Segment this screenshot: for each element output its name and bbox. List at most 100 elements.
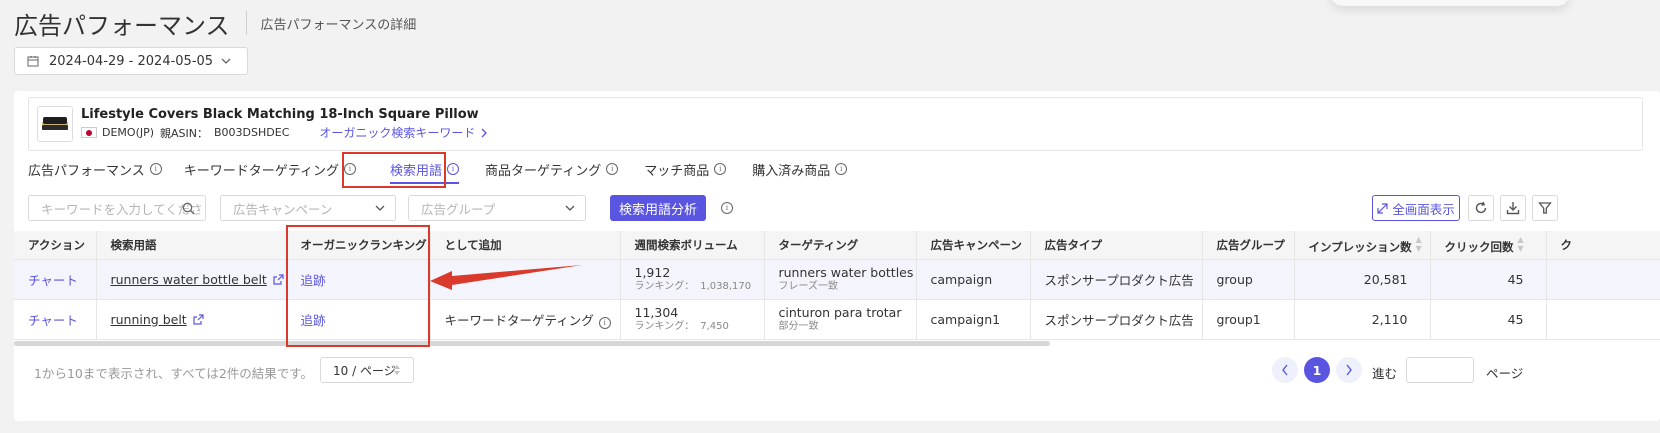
title-divider — [245, 11, 247, 35]
column-header: 広告タイプ — [1030, 231, 1203, 260]
column-header-sortable[interactable]: クリック回数▲ ▼ — [1430, 231, 1547, 260]
ad-type-cell: スポンサープロダクト広告 — [1030, 299, 1203, 340]
tab-keyword-targeting[interactable]: キーワードターゲティング i — [184, 160, 356, 179]
goto-page-input[interactable] — [1406, 357, 1474, 383]
tab-label: キーワードターゲティング — [183, 163, 339, 179]
tab-purchased-products[interactable]: 購入済み商品 i — [752, 160, 848, 179]
next-page-button[interactable] — [1336, 357, 1362, 383]
column-header: ク — [1546, 231, 1660, 260]
search-term-link[interactable]: runners water bottle belt — [111, 272, 284, 287]
chevron-right-icon — [481, 128, 488, 137]
search-icon — [182, 202, 195, 215]
clicks-cell: 45 — [1430, 299, 1547, 340]
goto-label: 進む — [1372, 366, 1398, 381]
impressions-cell: 20,581 — [1294, 259, 1431, 300]
table-cell — [1546, 259, 1660, 300]
match-type: フレーズ一致 — [778, 281, 839, 292]
campaign-select[interactable]: 広告キャンペーン — [220, 195, 396, 221]
tab-product-targeting[interactable]: 商品ターゲティング i — [485, 160, 619, 179]
ad-group-cell: group1 — [1202, 299, 1295, 340]
page-size-select[interactable]: 10 / ページ — [320, 357, 414, 383]
tab-matched-products[interactable]: マッチ商品 i — [644, 160, 727, 179]
keyword-search-input[interactable]: キーワードを入力してくださ — [28, 195, 206, 221]
info-icon: i — [447, 163, 459, 175]
column-header: 週間検索ボリューム — [620, 231, 765, 260]
page-title: 広告パフォーマンス — [14, 11, 230, 40]
search-term-link[interactable]: running belt — [111, 312, 204, 327]
column-header-label: クリック回数 — [1444, 239, 1514, 254]
weekly-volume: 1,912 — [634, 265, 671, 280]
clicks-cell: 45 — [1430, 259, 1547, 300]
page-number-current[interactable]: 1 — [1304, 357, 1330, 383]
ranking-value: 7,450 — [700, 321, 729, 332]
tab-label: 商品ターゲティング — [485, 163, 602, 179]
pillow-image — [42, 117, 68, 130]
info-icon: i — [835, 163, 848, 175]
table-header-row: アクション 検索用語 オーガニックランキング として追加 週間検索ボリューム タ… — [14, 231, 1660, 260]
product-image — [37, 106, 73, 142]
info-icon: i — [714, 163, 727, 175]
info-icon: i — [721, 202, 733, 214]
japan-flag-icon — [81, 127, 97, 138]
calendar-icon — [27, 56, 39, 67]
info-icon: i — [149, 163, 162, 175]
chevron-down-icon — [221, 58, 231, 64]
ranking-label: ランキング： — [634, 321, 695, 332]
top-panel-shadow — [1330, 0, 1570, 6]
download-icon — [1506, 202, 1520, 215]
product-info: Lifestyle Covers Black Matching 18-Inch … — [28, 97, 1643, 151]
search-term-text: running belt — [110, 311, 187, 327]
campaign-cell: campaign — [916, 259, 1031, 300]
campaign-cell: campaign1 — [916, 299, 1031, 340]
info-icon: i — [606, 163, 619, 175]
parent-asin: B003DSHDEC — [214, 126, 290, 139]
table-row: チャート runners water bottle belt 追跡 1,912 ラ… — [14, 259, 1660, 300]
filter-bar: キーワードを入力してくださ 広告キャンペーン 広告グループ 検索用語分析 i 全… — [28, 195, 1658, 221]
external-link-icon — [273, 273, 284, 285]
chart-link[interactable]: チャート — [28, 273, 78, 288]
parent-asin-label: 親ASIN： — [160, 126, 209, 140]
impressions-cell: 2,110 — [1294, 299, 1431, 340]
date-range-picker[interactable]: 2024-04-29 - 2024-05-05 — [14, 47, 248, 75]
ad-group-select-placeholder: 広告グループ — [421, 201, 496, 217]
prev-page-button[interactable] — [1272, 357, 1298, 383]
info-icon: i — [598, 316, 611, 329]
column-header: アクション — [14, 231, 97, 260]
refresh-icon — [1475, 201, 1487, 214]
keyword-search-placeholder: キーワードを入力してくださ — [41, 201, 203, 217]
highlight-box-tab — [342, 152, 446, 188]
chart-link[interactable]: チャート — [28, 313, 78, 328]
fullscreen-button-label: 全画面表示 — [1392, 201, 1455, 217]
up-down-icon — [394, 365, 400, 375]
results-summary: 1から10まで表示され、すべては2件の結果です。 — [34, 366, 314, 381]
fullscreen-button[interactable]: 全画面表示 — [1372, 195, 1460, 221]
targeting-keyword: cinturon para trotar — [778, 305, 902, 320]
search-term-text: runners water bottle belt — [110, 271, 267, 287]
column-header: として追加 — [430, 231, 621, 260]
column-header: 検索用語 — [96, 231, 287, 260]
product-name: Lifestyle Covers Black Matching 18-Inch … — [81, 107, 479, 122]
column-header: ターゲティング — [764, 231, 917, 260]
organic-keyword-link[interactable]: オーガニック検索キーワード — [319, 124, 488, 141]
page-size-value: 10 / ページ — [333, 363, 396, 378]
horizontal-scrollbar[interactable] — [14, 341, 1050, 346]
ad-group-select[interactable]: 広告グループ — [408, 195, 586, 221]
search-term-analysis-button[interactable]: 検索用語分析 — [610, 195, 706, 221]
targeting-keyword: runners water bottles — [778, 265, 914, 280]
marketplace: DEMO(JP) — [102, 126, 155, 139]
filter-button[interactable] — [1532, 195, 1558, 221]
tab-ad-performance[interactable]: 広告パフォーマンス i — [28, 160, 162, 179]
add-as-cell — [430, 259, 621, 300]
tab-label: マッチ商品 — [644, 163, 710, 179]
chevron-left-icon — [1282, 364, 1288, 376]
refresh-button[interactable] — [1468, 195, 1494, 221]
match-type: 部分一致 — [778, 321, 819, 332]
column-header: 広告グループ — [1202, 231, 1295, 260]
column-header-sortable[interactable]: インプレッション数▲ ▼ — [1294, 231, 1431, 260]
table-row: チャート running belt 追跡 キーワードターゲティング i 11,30… — [14, 299, 1660, 340]
chevron-down-icon — [565, 205, 575, 211]
sort-icon: ▲ ▼ — [1517, 234, 1524, 253]
highlight-box-column — [286, 225, 430, 347]
ad-group-cell: group — [1202, 259, 1295, 300]
download-button[interactable] — [1500, 195, 1526, 221]
